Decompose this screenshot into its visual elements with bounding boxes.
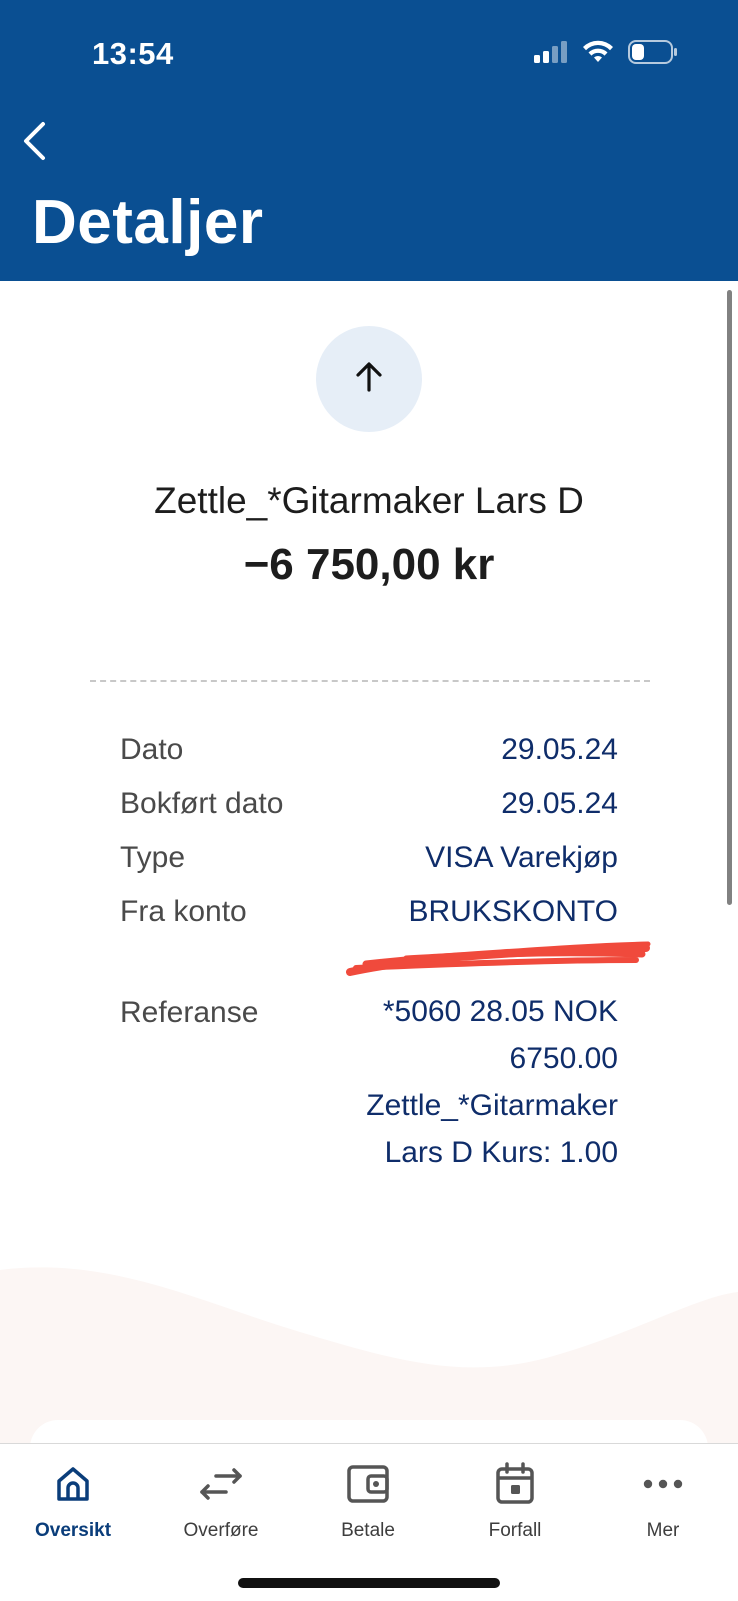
reference-value: *5060 28.05 NOK 6750.00 Zettle_*Gitarmak… — [318, 988, 618, 1176]
transfer-arrows-icon — [198, 1460, 244, 1508]
tab-forfall[interactable]: Forfall — [455, 1460, 575, 1542]
detail-value: BRUKSKONTO — [408, 895, 619, 928]
page-title: Detaljer — [32, 188, 264, 257]
detail-label: Fra konto — [120, 895, 247, 928]
tab-label: Betale — [341, 1520, 395, 1541]
tab-label: Forfall — [488, 1520, 542, 1541]
status-icons — [534, 40, 678, 69]
reference-line: *5060 28.05 NOK — [382, 995, 618, 1028]
reference-line: 6750.00 — [509, 1042, 618, 1075]
back-button[interactable] — [12, 118, 56, 168]
detail-label: Type — [120, 841, 186, 874]
redaction-scribble — [346, 938, 652, 985]
wifi-icon — [582, 40, 614, 69]
tab-label: Mer — [646, 1520, 680, 1541]
arrow-up-icon — [352, 360, 386, 399]
tab-label: Overføre — [183, 1520, 259, 1541]
reference-line: Zettle_*Gitarmaker — [366, 1089, 618, 1122]
app-header: 13:54 Detaljer — [0, 0, 738, 281]
status-time: 13:54 — [92, 36, 174, 71]
merchant-name: Zettle_*Gitarmaker Lars D — [154, 480, 584, 521]
home-icon — [53, 1460, 93, 1508]
detail-row-booked-date: Bokført dato 29.05.24 — [120, 787, 618, 821]
tab-mer[interactable]: Mer — [603, 1460, 723, 1542]
dashed-divider — [90, 680, 650, 682]
tab-overfore[interactable]: Overføre — [161, 1460, 281, 1542]
detail-label: Dato — [120, 733, 184, 766]
wallet-icon — [346, 1460, 390, 1508]
detail-label: Referanse — [120, 996, 259, 1029]
battery-icon — [628, 40, 678, 69]
tab-label: Oversikt — [34, 1520, 112, 1541]
detail-value: VISA Varekjøp — [425, 841, 618, 874]
home-indicator[interactable] — [238, 1578, 500, 1588]
tab-betale[interactable]: Betale — [308, 1460, 428, 1542]
detail-row-type: Type VISA Varekjøp — [120, 841, 618, 875]
detail-row-from-account: Fra konto BRUKSKONTO — [120, 895, 618, 929]
more-dots-icon — [643, 1460, 683, 1508]
detail-value: 29.05.24 — [501, 733, 618, 766]
signal-bars-icon — [534, 41, 568, 68]
detail-row-date: Dato 29.05.24 — [120, 733, 618, 767]
transaction-direction-badge — [316, 326, 422, 432]
detail-value: 29.05.24 — [501, 787, 618, 820]
detail-row-reference: Referanse *5060 28.05 NOK 6750.00 Zettle… — [120, 995, 618, 1176]
chevron-left-icon — [21, 121, 47, 166]
reference-line: Lars D Kurs: 1.00 — [384, 1136, 618, 1169]
detail-label: Bokført dato — [120, 787, 284, 820]
tab-oversikt[interactable]: Oversikt — [13, 1460, 133, 1542]
calendar-icon — [494, 1460, 536, 1508]
scrollbar[interactable] — [727, 290, 732, 905]
transaction-amount: −6 750,00 kr — [243, 540, 495, 589]
